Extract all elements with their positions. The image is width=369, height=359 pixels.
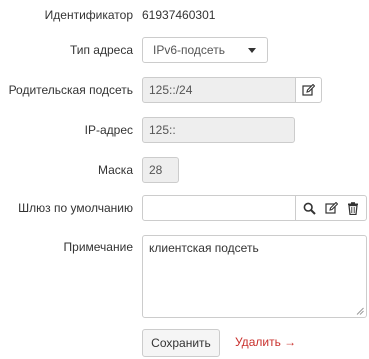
delete-link[interactable]: Удалить → (235, 335, 296, 349)
gateway-row: Шлюз по умолчанию (0, 195, 369, 222)
gateway-edit-button[interactable] (320, 196, 342, 220)
gateway-label: Шлюз по умолчанию (18, 201, 133, 215)
gateway-addon-group (295, 195, 367, 221)
gateway-input[interactable] (142, 195, 296, 221)
parent-subnet-field: 125::/24 (142, 77, 296, 103)
chevron-down-icon (248, 48, 256, 53)
note-label: Примечание (63, 240, 133, 254)
resize-grip-icon[interactable] (356, 307, 364, 315)
address-type-row: Тип адреса IPv6-подсеть (0, 37, 369, 64)
edit-icon (324, 201, 338, 214)
gateway-search-button[interactable] (298, 196, 320, 220)
identifier-value: 61937460301 (142, 8, 216, 22)
search-icon (303, 202, 316, 215)
parent-subnet-edit-button[interactable] (295, 77, 322, 103)
address-type-label: Тип адреса (69, 43, 133, 57)
identifier-row: Идентификатор 61937460301 (0, 6, 369, 24)
address-type-select[interactable]: IPv6-подсеть (142, 37, 268, 63)
parent-subnet-label: Родительская подсеть (8, 83, 133, 97)
ip-address-value: 125:: (149, 123, 176, 137)
save-button[interactable]: Сохранить (142, 329, 220, 357)
ip-address-label: IP-адрес (84, 123, 133, 137)
parent-subnet-row: Родительская подсеть 125::/24 (0, 77, 369, 104)
mask-row: Маска 28 (0, 157, 369, 184)
actions-row: Сохранить Удалить → (0, 329, 369, 358)
trash-icon (348, 201, 358, 215)
mask-label: Маска (98, 163, 133, 177)
identifier-label: Идентификатор (44, 8, 133, 22)
mask-value: 28 (149, 163, 163, 177)
ip-address-row: IP-адрес 125:: (0, 117, 369, 144)
mask-field: 28 (142, 157, 179, 183)
note-textarea[interactable]: клиентская подсеть (142, 235, 367, 318)
address-type-selected: IPv6-подсеть (153, 43, 225, 57)
edit-icon (302, 83, 315, 96)
ip-address-field: 125:: (142, 117, 295, 143)
gateway-delete-button[interactable] (342, 196, 364, 220)
parent-subnet-value: 125::/24 (149, 83, 193, 97)
note-row: Примечание клиентская подсеть (0, 235, 369, 319)
